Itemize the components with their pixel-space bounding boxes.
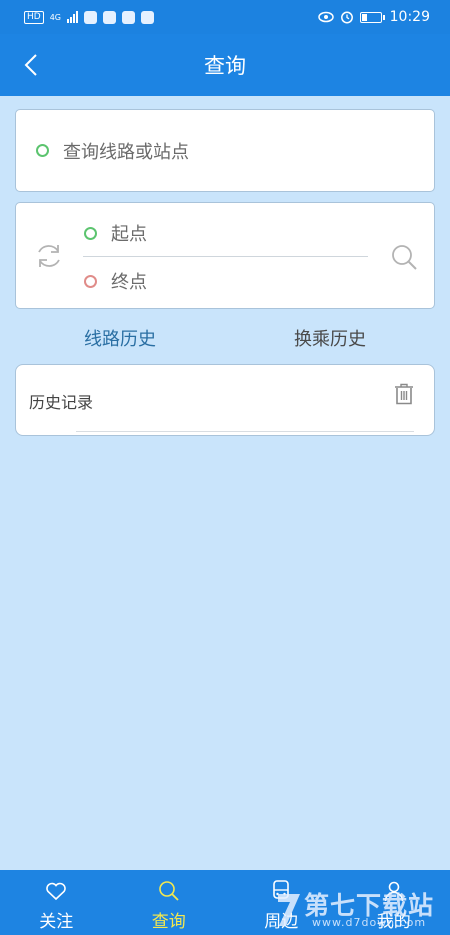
heart-icon	[46, 882, 67, 901]
nav-query[interactable]: 查询	[113, 870, 226, 935]
end-point-input[interactable]: 终点	[84, 258, 368, 304]
nav-nearby-label: 周边	[264, 912, 299, 932]
nav-nearby[interactable]: 周边	[225, 870, 338, 935]
gallery-app-icon	[141, 10, 154, 24]
nav-mine[interactable]: 我的	[338, 870, 450, 935]
music-app-icon	[122, 10, 135, 24]
eye-icon	[317, 11, 334, 23]
route-planner: 起点 终点	[15, 202, 435, 309]
nav-query-label: 查询	[151, 912, 186, 932]
search-placeholder: 查询线路或站点	[63, 141, 189, 163]
end-point-label: 终点	[111, 272, 147, 293]
end-dot-icon	[84, 274, 97, 288]
history-panel: 历史记录	[15, 364, 435, 436]
swap-button[interactable]	[34, 241, 64, 271]
nav-follow-label: 关注	[39, 912, 74, 932]
trash-icon	[395, 383, 413, 405]
start-dot-icon	[84, 226, 97, 240]
start-point-input[interactable]: 起点	[84, 210, 368, 256]
status-right: 10:29	[317, 9, 430, 25]
start-point-label: 起点	[111, 224, 147, 245]
route-search-button[interactable]	[390, 243, 418, 271]
search-input[interactable]: 查询线路或站点	[15, 109, 435, 192]
user-icon	[384, 881, 404, 902]
header-bar: 查询	[0, 34, 450, 96]
search-dot-icon	[36, 144, 49, 157]
status-bar: HD 4G 10:29	[0, 0, 450, 34]
network-type: 4G	[49, 12, 61, 22]
chevron-left-icon	[24, 54, 37, 76]
tab-route-history[interactable]: 线路历史	[15, 318, 225, 358]
route-divider	[83, 256, 368, 257]
signal-icon	[67, 11, 78, 23]
nav-mine-label: 我的	[376, 912, 411, 932]
nav-follow[interactable]: 关注	[0, 870, 113, 935]
battery-icon	[359, 11, 385, 23]
network-badge: HD	[24, 10, 44, 24]
search-icon	[158, 881, 179, 901]
history-title: 历史记录	[29, 393, 94, 412]
bottom-nav: 关注 查询 周边 我的	[0, 870, 450, 935]
swap-icon	[38, 245, 60, 267]
status-time: 10:29	[389, 9, 430, 25]
app-notification-icon	[84, 10, 97, 24]
search-icon	[392, 245, 417, 270]
clear-history-button[interactable]	[394, 383, 414, 405]
wechat-icon	[103, 10, 116, 24]
alarm-icon	[340, 11, 353, 24]
history-divider	[76, 431, 414, 432]
bus-icon	[273, 880, 290, 899]
page-title: 查询	[204, 54, 246, 78]
history-tabs: 线路历史 换乘历史	[15, 318, 435, 358]
back-button[interactable]	[24, 52, 48, 78]
status-left: HD 4G	[24, 10, 154, 24]
tab-transfer-history[interactable]: 换乘历史	[225, 318, 435, 358]
